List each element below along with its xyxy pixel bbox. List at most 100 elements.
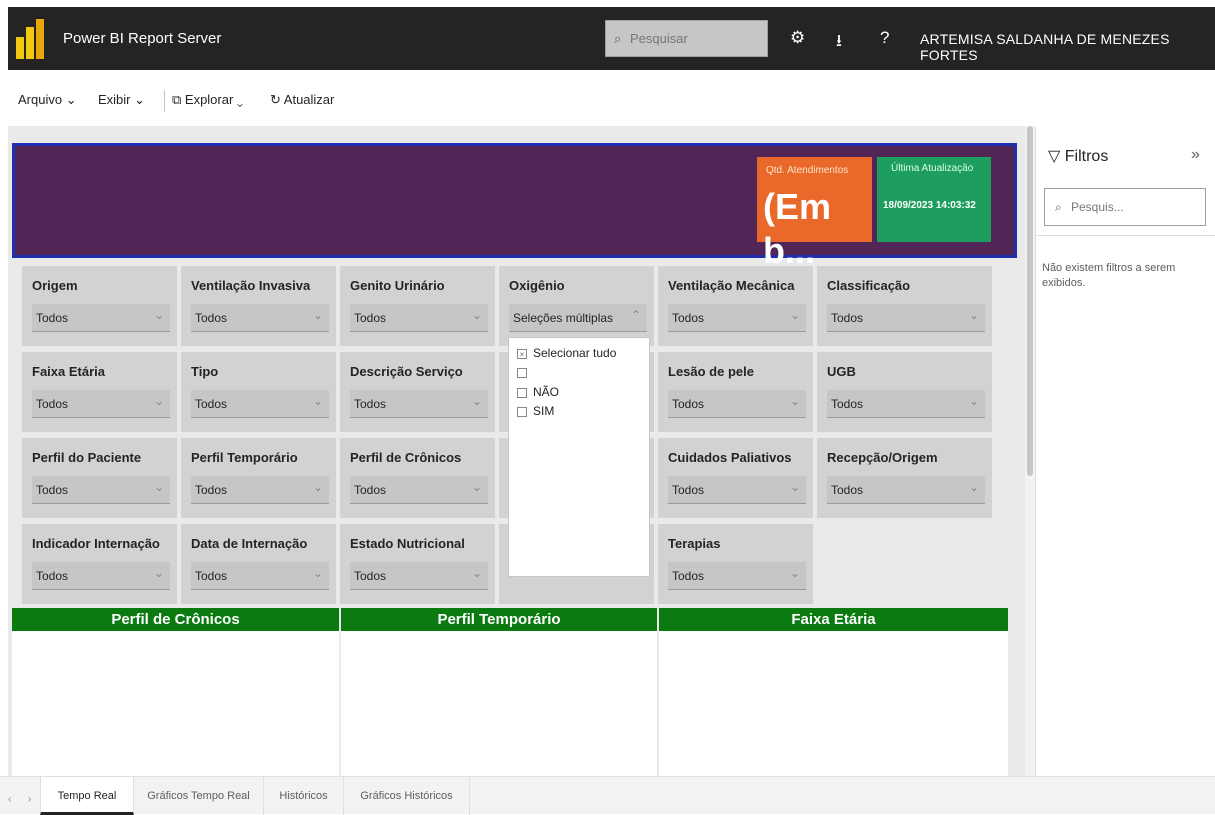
checkbox[interactable] <box>517 387 527 398</box>
slicer-dropdown[interactable]: Todos ⌄ <box>191 562 329 590</box>
download-icon[interactable]: ⭳ <box>836 28 842 57</box>
card-value: 18/09/2023 14:03:32 <box>883 200 976 211</box>
slicer-dropdown[interactable]: Todos ⌄ <box>668 304 806 332</box>
slicer-dropdown[interactable]: Todos ⌄ <box>191 304 329 332</box>
slicer-value: Todos <box>195 397 228 411</box>
slicer-dropdown[interactable]: Todos ⌄ <box>668 562 806 590</box>
report-toolbar: Arquivo ⌄ Exibir ⌄ ⧉ Explorar ⌄ ↻ Atuali… <box>8 80 1215 124</box>
slicer-dropdown[interactable]: Todos ⌄ <box>32 476 170 504</box>
slicer-label: Cuidados Paliativos <box>668 450 792 465</box>
chevron-down-icon: ⌄ <box>789 308 800 322</box>
card-title: Qtd. Atendimentos <box>766 165 849 176</box>
slicer-dropdown[interactable]: Todos ⌄ <box>32 390 170 418</box>
slicer-label: Data de Internação <box>191 536 308 551</box>
filters-pane: ▽ Filtros » ⌕ Não existem filtros a sere… <box>1035 126 1215 776</box>
option-sim[interactable]: SIM <box>517 404 554 418</box>
slicer-label: Estado Nutricional <box>350 536 465 551</box>
slicer-dropdown[interactable]: Todos ⌄ <box>668 390 806 418</box>
qtd-atendimentos-card: Qtd. Atendimentos (Em b... <box>757 157 872 271</box>
chevron-down-icon: ⌄ <box>471 566 482 580</box>
slicer-dropdown[interactable]: Todos ⌄ <box>827 304 985 332</box>
slicer-dropdown[interactable]: Todos ⌄ <box>32 562 170 590</box>
slicer-dropdown[interactable]: Todos ⌄ <box>350 304 488 332</box>
collapse-filters-icon[interactable]: » <box>1191 146 1200 164</box>
slicer-dropdown[interactable]: Todos ⌄ <box>32 304 170 332</box>
slicer-label: Recepção/Origem <box>827 450 938 465</box>
card-title: Última Atualização <box>891 163 974 174</box>
slicer-value: Todos <box>195 569 228 583</box>
tab-graficos-historicos[interactable]: Gráficos Históricos <box>344 777 470 815</box>
slicer-dropdown[interactable]: Seleções múltiplas ⌃ <box>509 304 647 332</box>
explorar-menu-button[interactable]: ⧉ Explorar ⌄ <box>172 92 243 108</box>
chevron-down-icon: ⌄ <box>471 308 482 322</box>
slicer-perfil-paciente: Perfil do Paciente Todos ⌄ <box>22 438 177 518</box>
slicer-value: Todos <box>36 569 69 583</box>
power-bi-logo-icon[interactable] <box>16 19 46 59</box>
slicer-label: Perfil Temporário <box>191 450 298 465</box>
arquivo-menu-button[interactable]: Arquivo ⌄ <box>18 92 77 108</box>
slicer-dropdown[interactable]: Todos ⌄ <box>350 562 488 590</box>
slicer-label: Classificação <box>827 278 911 293</box>
slicer-dropdown[interactable]: Todos ⌄ <box>191 390 329 418</box>
app-title[interactable]: Power BI Report Server <box>63 30 221 47</box>
atualizar-button[interactable]: ↻ Atualizar <box>270 92 334 108</box>
user-name[interactable]: ARTEMISA SALDANHA DE MENEZES FORTES <box>920 31 1215 63</box>
settings-icon[interactable]: ⚙ <box>790 28 805 48</box>
exibir-menu-button[interactable]: Exibir ⌄ <box>98 92 145 108</box>
slicer-value: Todos <box>831 311 864 325</box>
slicer-perfil-temporario: Perfil Temporário Todos ⌄ <box>181 438 336 518</box>
slicer-cuidados-paliativos: Cuidados Paliativos Todos ⌄ <box>658 438 813 518</box>
top-bar: Power BI Report Server ⌕ ⚙ ⭳ ? ARTEMISA … <box>8 7 1215 70</box>
visual-faixa-etaria[interactable] <box>659 631 1008 776</box>
option-selecionar-tudo[interactable]: × Selecionar tudo <box>517 346 616 360</box>
filters-search-input[interactable] <box>1045 189 1205 225</box>
scrollbar-thumb[interactable] <box>1027 126 1033 476</box>
slicer-dropdown[interactable]: Todos ⌄ <box>350 390 488 418</box>
slicer-dropdown[interactable]: Todos ⌄ <box>827 390 985 418</box>
chevron-down-icon: ⌄ <box>312 480 323 494</box>
slicer-indicador-internacao: Indicador Internação Todos ⌄ <box>22 524 177 604</box>
search-box[interactable]: ⌕ <box>605 20 768 57</box>
slicer-value: Todos <box>831 483 864 497</box>
slicer-descricao-servico: Descrição Serviço Todos ⌄ <box>340 352 495 432</box>
visual-perfil-temporario[interactable] <box>341 631 657 776</box>
next-page-icon[interactable]: › <box>28 794 31 805</box>
slicer-tipo: Tipo Todos ⌄ <box>181 352 336 432</box>
section-header-faixa-etaria: Faixa Etária <box>659 608 1008 631</box>
slicer-value: Seleções múltiplas <box>513 311 614 325</box>
checkbox[interactable] <box>517 406 527 417</box>
option-label: SIM <box>533 404 555 418</box>
chevron-down-icon: ⌄ <box>968 480 979 494</box>
option-blank[interactable] <box>517 365 533 379</box>
slicer-dropdown[interactable]: Todos ⌄ <box>191 476 329 504</box>
slicer-value: Todos <box>354 397 387 411</box>
tab-historicos[interactable]: Históricos <box>264 777 344 815</box>
help-icon[interactable]: ? <box>880 28 889 48</box>
slicer-dropdown[interactable]: Todos ⌄ <box>827 476 985 504</box>
ultima-atualizacao-card: Última Atualização 18/09/2023 14:03:32 <box>877 157 991 242</box>
chevron-down-icon: ⌄ <box>471 394 482 408</box>
tab-tempo-real[interactable]: Tempo Real <box>40 777 134 815</box>
search-icon: ⌕ <box>614 31 622 46</box>
slicer-terapias: Terapias Todos ⌄ <box>658 524 813 604</box>
slicer-estado-nutricional: Estado Nutricional Todos ⌄ <box>340 524 495 604</box>
visual-perfil-cronicos[interactable] <box>12 631 339 776</box>
option-nao[interactable]: NÃO <box>517 385 559 399</box>
search-input[interactable] <box>606 21 767 56</box>
slicer-dropdown[interactable]: Todos ⌄ <box>350 476 488 504</box>
filters-search-box[interactable]: ⌕ <box>1044 188 1206 226</box>
slicer-origem: Origem Todos ⌄ <box>22 266 177 346</box>
filters-title: ▽ Filtros <box>1048 146 1108 166</box>
section-header-perfil-cronicos: Perfil de Crônicos <box>12 608 339 631</box>
slicer-label: Faixa Etária <box>32 364 105 379</box>
slicer-ventilacao-invasiva: Ventilação Invasiva Todos ⌄ <box>181 266 336 346</box>
canvas-scrollbar[interactable] <box>1025 126 1035 776</box>
checkbox[interactable] <box>517 367 527 378</box>
tab-graficos-tempo-real[interactable]: Gráficos Tempo Real <box>134 777 264 815</box>
slicer-value: Todos <box>672 483 705 497</box>
slicer-classificacao: Classificação Todos ⌄ <box>817 266 992 346</box>
chevron-down-icon: ⌄ <box>789 566 800 580</box>
slicer-dropdown[interactable]: Todos ⌄ <box>668 476 806 504</box>
checkbox[interactable]: × <box>517 348 527 359</box>
prev-page-icon[interactable]: ‹ <box>8 794 11 805</box>
